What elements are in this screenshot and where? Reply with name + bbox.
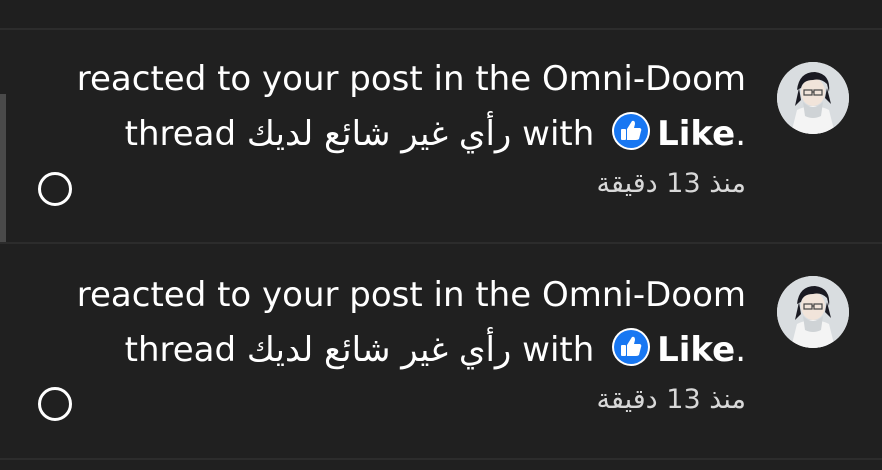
avatar-image [777,62,849,134]
avatar[interactable] [777,62,849,134]
notification-item[interactable]: reacted to your post in the Omni-Doom th… [0,30,882,254]
reaction: Like. [605,323,746,378]
notification-text: reacted to your post in the Omni-Doom th… [60,52,746,204]
notification-text: reacted to your post in the Omni-Doom th… [60,268,746,420]
unread-indicator [0,94,6,254]
notification-line2-text: thread رأي غير شائع لديك with [124,114,595,154]
notification-line2: thread رأي غير شائع لديك with Like. [60,323,746,378]
mark-read-radio[interactable] [38,387,72,421]
notifications-page: reacted to your post in the Omni-Doom th… [0,0,882,470]
notification-line1: reacted to your post in the Omni-Doom [76,275,746,315]
reaction-label: Like [657,114,736,154]
notification-line2: thread رأي غير شائع لديك with Like. [60,107,746,162]
mark-read-radio[interactable] [38,172,72,206]
notification-item[interactable]: reacted to your post in the Omni-Doom th… [0,244,882,456]
like-thumbs-up-icon [612,328,651,366]
reaction: Like. [605,107,746,162]
timestamp: منذ 13 دقيقة [596,384,746,415]
reaction-label: Like [657,330,736,370]
notification-line1: reacted to your post in the Omni-Doom [76,59,746,99]
avatar-image [777,276,849,348]
period: . [735,330,746,370]
divider [0,458,882,460]
top-strip [0,0,882,28]
avatar[interactable] [777,276,849,348]
timestamp: منذ 13 دقيقة [596,168,746,199]
period: . [735,114,746,154]
notification-line2-text: thread رأي غير شائع لديك with [124,330,595,370]
like-thumbs-up-icon [612,112,651,150]
